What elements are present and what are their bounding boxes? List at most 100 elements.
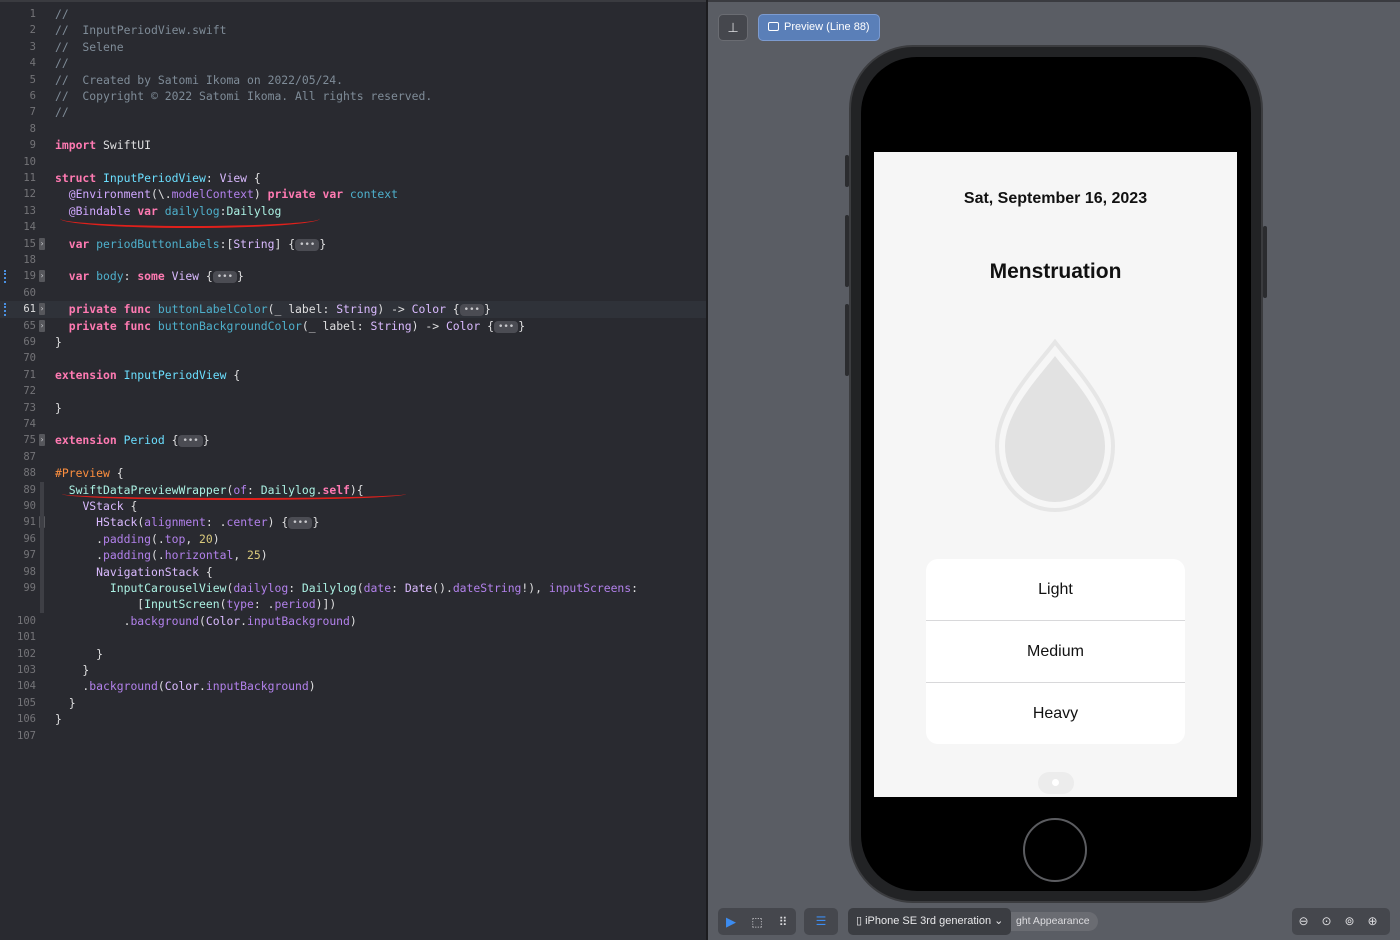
fold-chevron-icon[interactable]: › [39,270,45,283]
code-line[interactable]: 88 #Preview { [0,465,706,481]
line-number: 3 [29,40,36,53]
code-line[interactable]: 100 .background(Color.inputBackground) [0,613,706,629]
mode-group: ▶ ⬚ ⠿ [718,908,796,935]
code-line[interactable]: 107 [0,728,706,744]
code-line[interactable]: 91› HStack(alignment: .center) {•••} [0,514,706,530]
device-settings-icon[interactable]: ☰ [808,908,834,935]
code-line[interactable]: 96 .padding(.top, 20) [0,531,706,547]
code-line[interactable]: 1 // [0,6,706,22]
code-line[interactable]: 18 [0,252,706,268]
code-line[interactable]: 61 › private func buttonLabelColor(_ labe… [0,301,706,318]
variants-icon[interactable]: ⠿ [770,909,796,936]
code-token: InputScreen [144,597,220,612]
code-line[interactable]: 8 [0,121,706,137]
code-line[interactable]: 102 } [0,646,706,662]
line-number: 15 [23,237,36,250]
code-line[interactable]: 70 [0,350,706,366]
code-line[interactable]: 105 } [0,695,706,711]
light-appearance-label[interactable]: ght Appearance [1000,912,1098,931]
line-number: 14 [23,221,36,234]
code-line[interactable]: 69} [0,334,706,350]
code-line[interactable]: 7 // [0,104,706,120]
folded-code-badge[interactable]: ••• [295,238,320,251]
code-line[interactable]: 9 import SwiftUI [0,137,706,153]
code-line[interactable]: 3 // Selene [0,39,706,55]
code-line[interactable]: 98 NavigationStack { [0,564,706,580]
code-line[interactable]: 15 › var periodButtonLabels:[String] {•••… [0,236,706,252]
line-number: 88 [23,467,36,480]
page-indicator[interactable] [1038,772,1074,794]
folded-code-badge[interactable]: ••• [212,271,238,284]
fold-chevron-icon[interactable]: › [39,237,45,250]
code-token: // [55,7,69,21]
code-token: periodButtonLabels [96,236,220,251]
line-number: 2 [29,24,36,37]
code-line[interactable]: [InputScreen(type: .period)]) [0,596,706,612]
code-token: (. [151,531,165,546]
code-token: { [199,269,213,284]
code-line[interactable]: 10 [0,154,706,170]
zoom-fit-icon[interactable]: ⊙ [1315,908,1338,935]
line-number: 12 [23,188,36,201]
code-line[interactable]: 4 // [0,55,706,71]
code-line[interactable]: 103 } [0,662,706,678]
canvas-toolbar: ▶ ⬚ ⠿ ☰ ght Appearance ▯ iPhone SE 3rd gen… [708,904,1400,938]
phone-icon: ▯ [856,915,866,927]
folded-code-badge[interactable]: ••• [493,320,519,333]
code-line[interactable]: 2 // InputPeriodView.swift [0,22,706,38]
code-token: InputPeriodView [123,367,227,382]
code-token: String [370,318,412,333]
folded-code-badge[interactable]: ••• [459,304,484,317]
code-line[interactable]: 90 VStack { [0,498,706,514]
option-medium[interactable]: Medium [926,621,1185,683]
code-line[interactable]: 87 [0,449,706,465]
code-line[interactable]: 74 [0,416,706,432]
fold-chevron-icon[interactable]: › [39,303,45,316]
code-token: ] { [274,236,296,251]
folded-code-badge[interactable]: ••• [288,517,313,530]
preview-selector-button[interactable]: Preview (Line 88) [758,14,880,41]
fold-chevron-icon[interactable]: › [39,434,45,447]
code-token: ) [308,679,316,694]
code-line[interactable]: 75 › extension Period {•••} [0,432,706,448]
change-marker[interactable] [4,303,8,316]
code-line[interactable]: 5 // Created by Satomi Ikoma on 2022/05/2… [0,72,706,88]
change-marker[interactable] [4,270,8,283]
folded-code-badge[interactable]: ••• [178,435,203,448]
code-token: top [164,531,186,546]
zoom-100-icon[interactable]: ⊚ [1338,908,1361,935]
play-icon[interactable]: ▶ [718,908,744,935]
code-line[interactable]: 19 › var body: some View {•••} [0,268,706,284]
option-light[interactable]: Light [926,559,1185,621]
pin-icon[interactable]: ⊥ [718,14,748,41]
code-line[interactable]: 72 [0,383,706,399]
code-line[interactable]: 71 extension InputPeriodView { [0,367,706,383]
home-button[interactable] [1023,818,1087,882]
code-line[interactable]: 60 [0,285,706,301]
code-token: } [237,269,244,284]
code-editor[interactable]: 1 // 2 // InputPeriodView.swift 3 // Selene 4 /… [0,0,706,940]
code-line[interactable]: 99 InputCarouselView (dailylog: Dailylog (… [0,580,706,596]
code-line[interactable]: 101 [0,629,706,645]
code-token: inputScreens [548,581,632,595]
zoom-in-icon[interactable]: ⊕ [1361,908,1384,935]
code-line[interactable]: 97 .padding(.horizontal, 25) [0,547,706,563]
code-line[interactable]: 65 › private func buttonBackgroundColor(_… [0,318,706,334]
fold-ribbon[interactable] [40,481,44,613]
code-line[interactable]: 104 .background(Color.inputBackground) [0,678,706,694]
option-heavy[interactable]: Heavy [926,683,1185,744]
zoom-out-icon[interactable]: ⊖ [1292,908,1315,935]
code-text: } [55,646,103,662]
fold-chevron-icon[interactable]: › [39,319,45,332]
code-line[interactable]: 12 @Environment(\.modelContext) private … [0,186,706,202]
code-line[interactable]: 11 struct InputPeriodView: View { [0,170,706,186]
code-line[interactable]: 6 // Copyright © 2022 Satomi Ikoma. All r… [0,88,706,104]
code-line[interactable]: 106} [0,711,706,727]
code-line[interactable]: 73} [0,400,706,416]
device-selector[interactable]: ▯ iPhone SE 3rd generation ⌄ [848,908,1012,935]
code-token: struct [55,171,97,185]
select-icon[interactable]: ⬚ [744,909,770,936]
